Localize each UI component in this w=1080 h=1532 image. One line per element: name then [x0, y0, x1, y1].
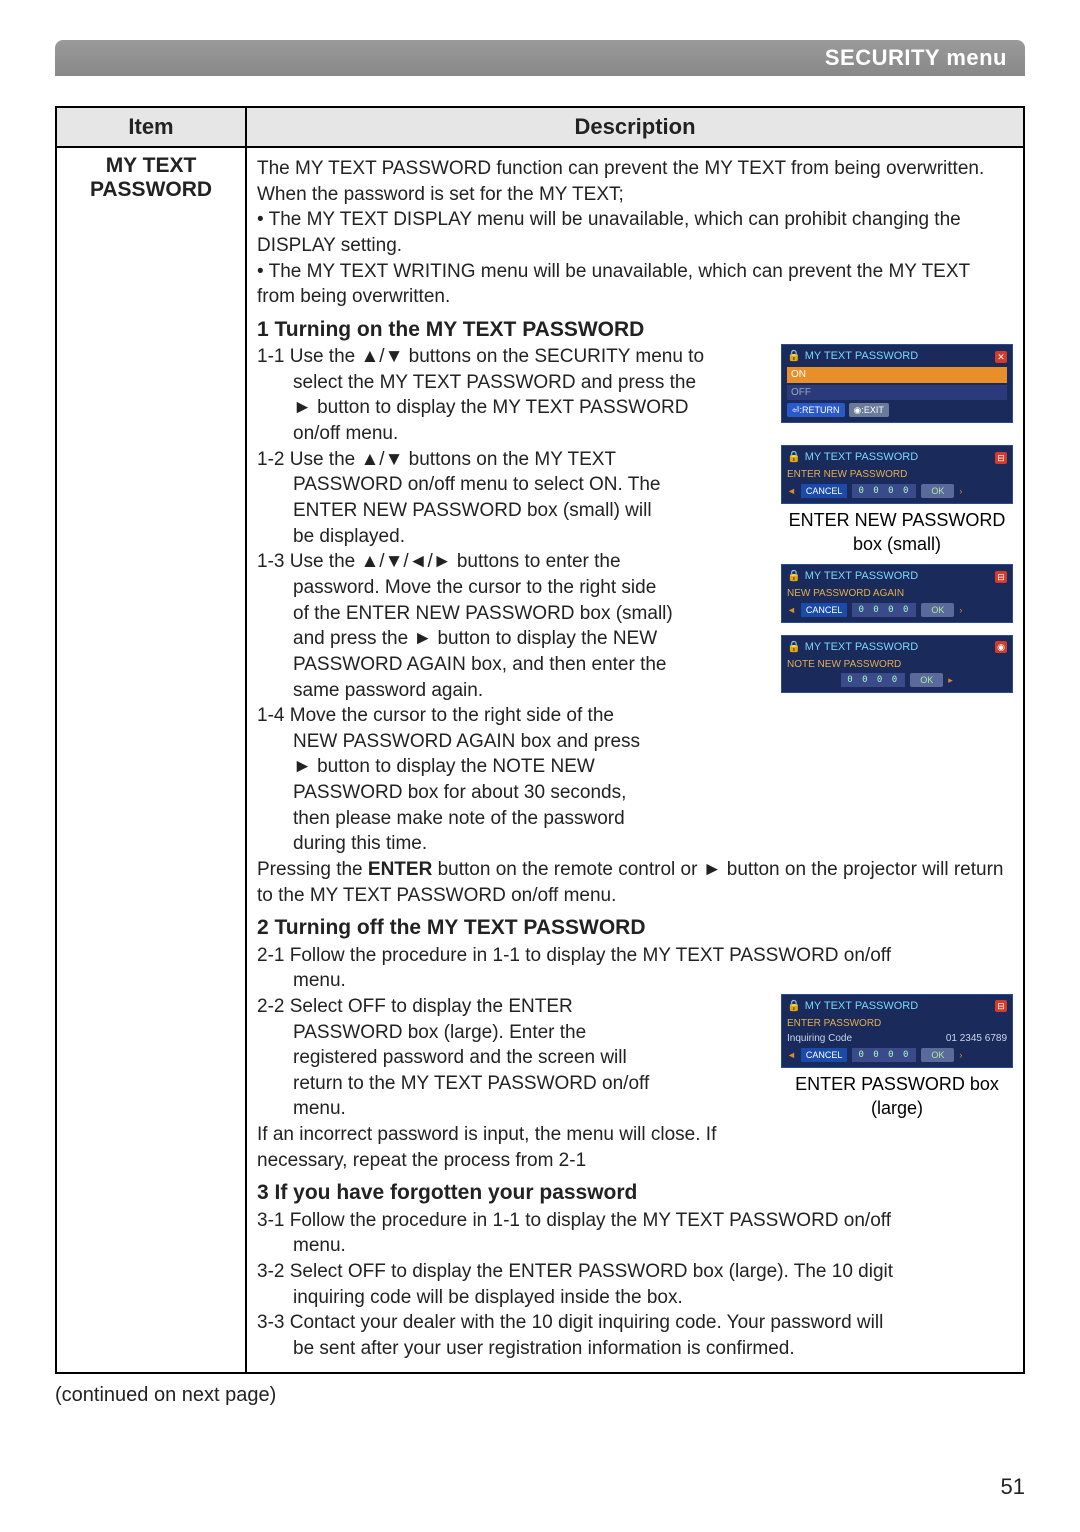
osd-ok: OK — [921, 603, 954, 617]
osd-on-row: ON — [787, 367, 1007, 383]
section3-title: 3 If you have forgotten your password — [257, 1179, 1013, 1207]
col-header-item: Item — [56, 107, 246, 147]
osd-subtitle: ENTER NEW PASSWORD — [787, 468, 1007, 482]
section2-title: 2 Turning off the MY TEXT PASSWORD — [257, 914, 1013, 942]
osd-new-again: 🔒MY TEXT PASSWORD⊟ NEW PASSWORD AGAIN ◄C… — [781, 564, 1013, 622]
osd-off-row: OFF — [787, 385, 1007, 401]
s3-step1: 3-1 Follow the procedure in 1-1 to displ… — [257, 1208, 1013, 1259]
lock-icon: 🔒 — [787, 350, 801, 362]
close-icon: ⊟ — [995, 571, 1007, 583]
osd-enter-new: 🔒MY TEXT PASSWORD⊟ ENTER NEW PASSWORD ◄C… — [781, 445, 1013, 503]
s3-step2: 3-2 Select OFF to display the ENTER PASS… — [257, 1259, 1013, 1310]
s2-step2: 2-2 Select OFF to display the ENTER PASS… — [257, 994, 773, 1122]
osd-caption-large: ENTER PASSWORD box (large) — [781, 1072, 1013, 1121]
osd-ok: OK — [910, 673, 943, 687]
s1-step4: 1-4 Move the cursor to the right side of… — [257, 703, 773, 857]
s1-step2: 1-2 Use the ▲/▼ buttons on the MY TEXT P… — [257, 447, 773, 550]
s1-tail: Pressing the ENTER button on the remote … — [257, 857, 1013, 908]
close-icon: ⊟ — [995, 1000, 1007, 1012]
osd-return: ⏎:RETURN — [787, 403, 845, 417]
description-cell: The MY TEXT PASSWORD function can preven… — [246, 147, 1024, 1373]
page-header: SECURITY menu — [55, 40, 1025, 76]
osd-inquiring-code: 01 2345 6789 — [946, 1032, 1007, 1046]
intro-b2: • The MY TEXT WRITING menu will be unava… — [257, 259, 1013, 310]
osd-digits: 0 0 0 0 — [841, 673, 905, 687]
osd-exit: ◉:EXIT — [849, 403, 889, 417]
osd-subtitle: NEW PASSWORD AGAIN — [787, 587, 1007, 601]
arrow-right-icon: › — [959, 485, 962, 497]
s2-tail: If an incorrect password is input, the m… — [257, 1122, 773, 1173]
lock-icon: 🔒 — [787, 1000, 801, 1012]
arrow-right-icon: › — [959, 1049, 962, 1061]
intro-b1: • The MY TEXT DISPLAY menu will be unava… — [257, 207, 1013, 258]
osd-cancel: CANCEL — [801, 484, 848, 498]
osd-ok: OK — [921, 484, 954, 498]
arrow-left-icon: ◄ — [787, 1049, 796, 1061]
arrow-left-icon: ◄ — [787, 604, 796, 616]
col-header-description: Description — [246, 107, 1024, 147]
s3-step3: 3-3 Contact your dealer with the 10 digi… — [257, 1310, 1013, 1361]
page-number: 51 — [1001, 1474, 1025, 1500]
osd-caption-small: ENTER NEW PASSWORD box (small) — [781, 508, 1013, 557]
lock-icon: 🔒 — [787, 570, 801, 582]
close-icon: ⊟ — [995, 452, 1007, 464]
osd-digits: 0 0 0 0 — [852, 1048, 916, 1062]
osd-digits: 0 0 0 0 — [852, 603, 916, 617]
item-label: MY TEXT PASSWORD — [56, 147, 246, 1373]
arrow-right-icon: › — [959, 604, 962, 616]
table-row: MY TEXT PASSWORD The MY TEXT PASSWORD fu… — [56, 147, 1024, 1373]
s2-step1: 2-1 Follow the procedure in 1-1 to displ… — [257, 943, 1013, 994]
continued-note: (continued on next page) — [55, 1384, 1025, 1407]
close-icon: ◉ — [995, 641, 1007, 653]
section1-title: 1 Turning on the MY TEXT PASSWORD — [257, 316, 1013, 344]
osd-digits: 0 0 0 0 — [852, 484, 916, 498]
intro-p1: The MY TEXT PASSWORD function can preven… — [257, 156, 1013, 207]
osd-cancel: CANCEL — [801, 1048, 848, 1062]
osd-cancel: CANCEL — [801, 603, 848, 617]
lock-icon: 🔒 — [787, 451, 801, 463]
arrow-left-icon: ◄ — [787, 485, 796, 497]
osd-enter-large: 🔒MY TEXT PASSWORD⊟ ENTER PASSWORD Inquir… — [781, 994, 1013, 1068]
arrow-right-icon: ▸ — [948, 674, 953, 686]
osd-ok: OK — [921, 1048, 954, 1062]
content-table: Item Description MY TEXT PASSWORD The MY… — [55, 106, 1025, 1374]
lock-icon: 🔒 — [787, 641, 801, 653]
osd-inquiring-label: Inquiring Code — [787, 1032, 852, 1046]
osd-subtitle: NOTE NEW PASSWORD — [787, 658, 1007, 672]
osd-onoff: 🔒MY TEXT PASSWORD✕ ON OFF ⏎:RETURN◉:EXIT — [781, 344, 1013, 423]
s1-step1: 1-1 Use the ▲/▼ buttons on the SECURITY … — [257, 344, 773, 447]
s1-step3: 1-3 Use the ▲/▼/◄/► buttons to enter the… — [257, 549, 773, 703]
osd-note-new: 🔒MY TEXT PASSWORD◉ NOTE NEW PASSWORD 0 0… — [781, 635, 1013, 693]
close-icon: ✕ — [995, 351, 1007, 363]
osd-subtitle: ENTER PASSWORD — [787, 1017, 1007, 1031]
header-title: SECURITY menu — [825, 45, 1007, 71]
